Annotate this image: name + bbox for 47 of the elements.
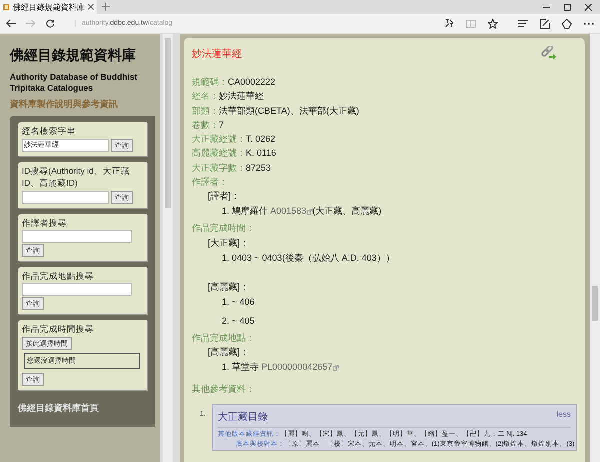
search-label: 作品完成地點搜尋 [22, 270, 95, 282]
field-value: 法華部類(CBETA)、法華部(大正藏) [219, 106, 360, 116]
section-label: 作品完成時間： [192, 223, 255, 234]
field-value: K. 0116 [246, 148, 276, 158]
item-text: 草堂寺 [232, 362, 260, 372]
field-label: 部類： [192, 106, 219, 116]
record-title: 妙法蓮華經 [192, 48, 242, 61]
site-subtitle: Authority Database of Buddhist Tripitaka Catalogues [10, 72, 139, 94]
field-value: T. 0262 [246, 134, 276, 144]
item-text: ~ 405 [232, 316, 255, 326]
item-number: 1. [222, 206, 231, 216]
section-label: 作譯者： [192, 177, 228, 188]
section-label: 作品完成地點： [192, 332, 255, 343]
field-value: CA0002222 [228, 77, 276, 87]
search-label: 作品完成時間搜尋 [22, 323, 95, 335]
field-label: 大正藏字數： [192, 162, 246, 173]
search-label: ID搜尋(Authority id、大正藏ID、高麗藏ID) [22, 165, 131, 189]
item-text: ~ 406 [232, 296, 255, 307]
source-heading: [高麗藏]： [208, 282, 250, 292]
source-heading: [譯者]： [208, 191, 240, 202]
field-label: 經名： [192, 91, 219, 102]
item-note: (大正藏、高麗藏) [312, 206, 382, 216]
field-label: 規範碼： [192, 77, 228, 87]
authority-link[interactable]: A001583 [270, 206, 307, 216]
item-text: 0403 ~ 0403(後秦（弘始八 A.D. 403）） [232, 252, 395, 263]
item-text: 鳩摩羅什 [232, 206, 268, 216]
item-number: 1. [222, 296, 231, 307]
home-link[interactable]: 佛經目錄資料庫首頁 [18, 402, 99, 415]
search-label: 作譯者搜尋 [22, 217, 68, 229]
field-value: 7 [219, 120, 224, 130]
field-label: 卷數： [192, 120, 219, 130]
field-value: 87253 [246, 162, 272, 173]
item-number: 2. [222, 316, 231, 326]
tab-title: 佛經目錄規範資料庫 [13, 2, 85, 12]
search-label: 經名檢索字串 [22, 125, 77, 137]
item-number: 1. [222, 252, 231, 263]
site-title: 佛經目錄規範資料庫 [10, 47, 137, 65]
source-heading: [大正藏]： [208, 238, 250, 248]
reference-title: 大正藏目錄 [218, 410, 268, 424]
field-value: 妙法蓮華經 [219, 91, 264, 102]
field-label: 大正藏經號： [192, 134, 246, 144]
section-label: 其他參考資料： [192, 384, 255, 394]
browser-tab[interactable]: 佛經目錄規範資料庫 [0, 0, 97, 14]
authority-link[interactable]: PL000000042657 [262, 362, 333, 372]
source-heading: [高麗藏]： [208, 346, 250, 357]
field-label: 高麗藏經號： [192, 148, 246, 158]
item-number: 1. [222, 362, 231, 372]
